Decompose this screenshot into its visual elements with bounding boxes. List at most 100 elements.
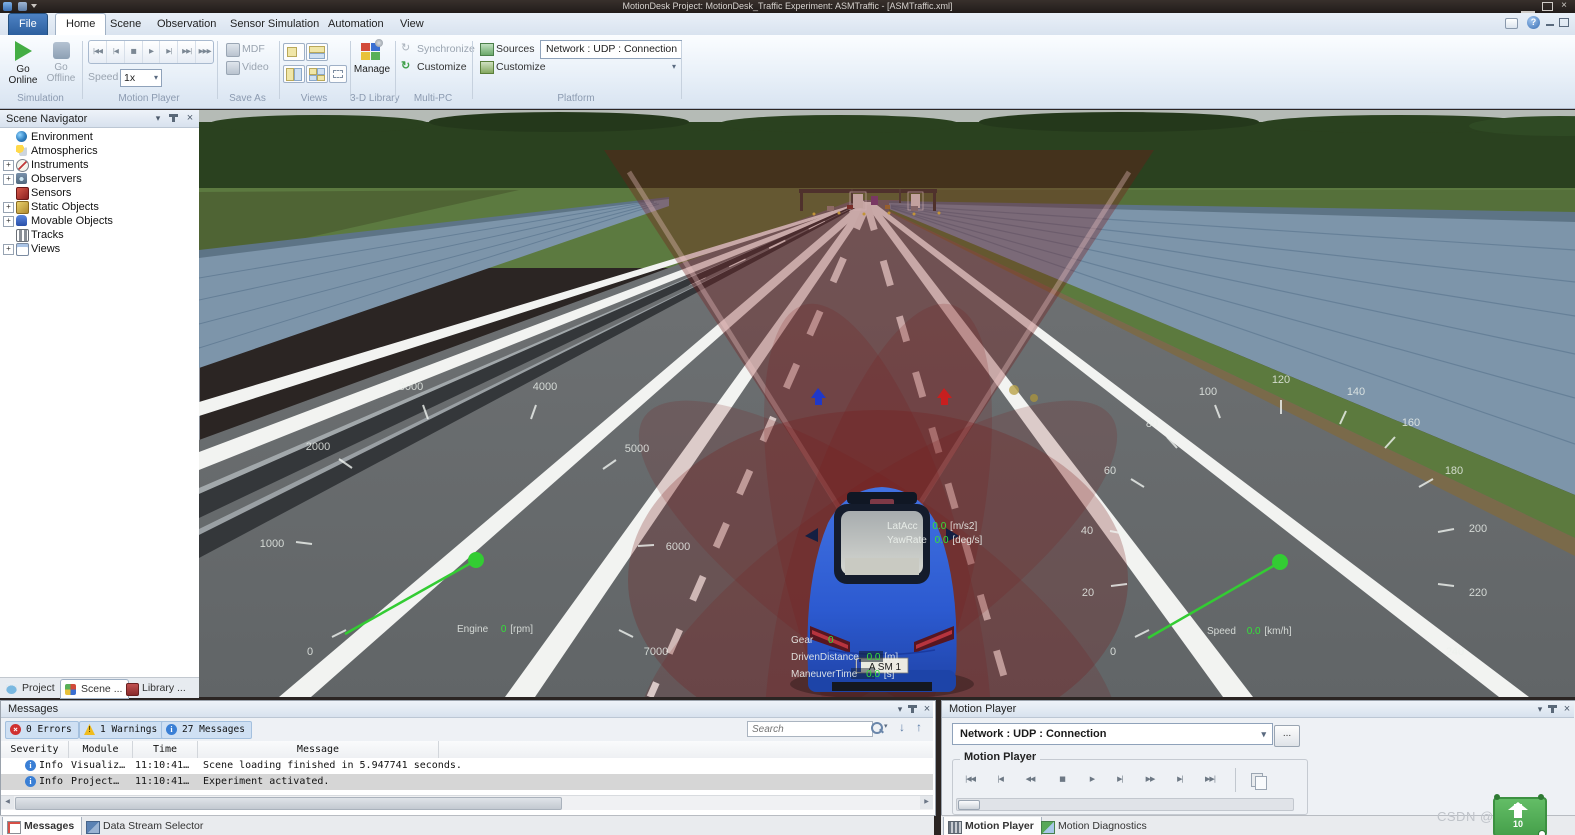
scroll-thumb[interactable] <box>15 797 562 810</box>
video-button[interactable]: Video <box>242 60 269 75</box>
fast-forward-button[interactable]: ▶▶| <box>178 41 196 63</box>
help-icon[interactable]: ? <box>1527 16 1540 29</box>
ribbon-options-icon[interactable] <box>1505 18 1518 29</box>
tab-scene[interactable]: Scene <box>100 14 151 35</box>
motion-player-close-icon[interactable]: × <box>1561 704 1573 716</box>
mdi-minimize-button[interactable] <box>1546 24 1554 26</box>
play-button[interactable]: ▶ <box>143 41 161 63</box>
expander-icon[interactable]: + <box>3 160 14 171</box>
message-row[interactable]: i Info Visualiz… 11:10:41… Scene loading… <box>1 758 933 774</box>
motion-player-menu-icon[interactable]: ▾ <box>1534 704 1546 716</box>
column-module[interactable]: Module <box>69 741 133 758</box>
column-message[interactable]: Message <box>198 741 439 758</box>
view-layout-1-button[interactable] <box>283 43 305 61</box>
platform-customize-button[interactable]: Customize <box>496 60 546 75</box>
skip-first-button[interactable]: |◀◀ <box>957 770 983 790</box>
tab-automation[interactable]: Automation <box>318 14 394 35</box>
step-back-button[interactable]: |◀ <box>107 41 125 63</box>
rewind-button[interactable]: ◀◀ <box>1017 770 1043 790</box>
stop-button[interactable]: ■ <box>125 41 143 63</box>
sources-button[interactable]: Sources <box>496 42 535 57</box>
search-input[interactable] <box>747 721 873 737</box>
tab-home[interactable]: Home <box>55 13 106 35</box>
messages-header[interactable]: Messages ▾ × <box>1 701 933 718</box>
selected-sign-object[interactable]: 10 <box>1493 797 1547 835</box>
messages-close-icon[interactable]: × <box>921 704 933 716</box>
scroll-left-icon[interactable]: ◀ <box>1 796 14 809</box>
selection-handle[interactable] <box>1538 794 1544 800</box>
copy-button[interactable] <box>1247 770 1269 790</box>
3d-viewport[interactable]: 0 1000 2000 3000 4000 5000 6000 7000 Eng… <box>199 110 1575 697</box>
connection-select[interactable]: Network : UDP : Connection ▾ <box>952 723 1273 745</box>
restore-button[interactable] <box>1542 2 1553 11</box>
expander-icon[interactable]: + <box>3 244 14 255</box>
selection-handle[interactable] <box>1538 830 1546 835</box>
tree-item-sensors[interactable]: Sensors <box>0 186 199 200</box>
messages-pin-icon[interactable] <box>911 705 914 713</box>
message-row-selected[interactable]: i Info Project… 11:10:41… Experiment act… <box>1 774 933 790</box>
messages-filter-button[interactable]: i 27 Messages <box>161 721 252 739</box>
fast-forward-button[interactable]: ▶▶ <box>1137 770 1163 790</box>
tab-scene-navigator[interactable]: Scene ... <box>60 679 129 699</box>
expander-icon[interactable]: + <box>3 202 14 213</box>
tab-sensor-simulation[interactable]: Sensor Simulation <box>220 14 329 35</box>
messages-menu-icon[interactable]: ▾ <box>894 704 906 716</box>
statusbar-tab-motion-player[interactable]: Motion Player <box>943 817 1042 835</box>
view-layout-2-button[interactable] <box>306 43 328 61</box>
motion-player-header[interactable]: Motion Player ▾ × <box>942 701 1574 718</box>
statusbar-tab-data-stream-selector[interactable]: Data Stream Selector <box>82 817 210 835</box>
tab-project[interactable]: Project <box>2 679 61 697</box>
statusbar-tab-messages[interactable]: Messages <box>2 817 82 835</box>
view-layout-4-button[interactable] <box>306 65 328 83</box>
manage-button[interactable]: Manage <box>352 38 392 92</box>
go-offline-button[interactable]: Go Offline <box>42 38 80 92</box>
player-slider-thumb[interactable] <box>958 800 980 810</box>
tree-item-views[interactable]: + Views <box>0 242 199 256</box>
tree-item-tracks[interactable]: Tracks <box>0 228 199 242</box>
column-time[interactable]: Time <box>133 741 198 758</box>
scene-navigator-pin-icon[interactable] <box>172 114 175 122</box>
tab-library[interactable]: Library ... <box>122 679 192 697</box>
step-back-button[interactable]: |◀ <box>987 770 1013 790</box>
player-slider[interactable] <box>956 798 1294 811</box>
tree-item-movable-objects[interactable]: + Movable Objects <box>0 214 199 228</box>
stop-button[interactable]: ■ <box>1049 770 1075 790</box>
scroll-right-icon[interactable]: ▶ <box>920 796 933 809</box>
scene-navigator-close-icon[interactable]: × <box>184 113 196 125</box>
tree-item-atmospherics[interactable]: Atmospherics <box>0 144 199 158</box>
tree-item-instruments[interactable]: + Instruments <box>0 158 199 172</box>
tree-item-static-objects[interactable]: + Static Objects <box>0 200 199 214</box>
minimize-button[interactable] <box>1521 2 1535 13</box>
messages-hscrollbar[interactable]: ◀ ▶ <box>1 795 933 810</box>
connection-browse-button[interactable]: ... <box>1274 725 1300 747</box>
scene-navigator-menu-icon[interactable]: ▾ <box>152 113 164 125</box>
search-options-button[interactable]: ▾ <box>870 721 891 736</box>
skip-last-button[interactable]: ▶▶| <box>1197 770 1223 790</box>
step-forward-button[interactable]: ▶| <box>160 41 178 63</box>
close-button[interactable]: × <box>1558 0 1570 12</box>
view-layout-3-button[interactable] <box>283 65 305 83</box>
speed-select[interactable]: 1x ▾ <box>120 69 162 87</box>
go-online-button[interactable]: Go Online <box>4 38 42 92</box>
next-button[interactable]: ▶| <box>1167 770 1193 790</box>
warnings-filter-button[interactable]: ! 1 Warnings <box>79 721 164 739</box>
find-next-button[interactable]: ↓ <box>895 719 909 736</box>
column-severity[interactable]: Severity <box>1 741 69 758</box>
mdi-restore-button[interactable] <box>1559 18 1569 27</box>
find-previous-button[interactable]: ↑ <box>912 719 926 736</box>
platform-connection-select[interactable]: Network : UDP : Connection ▾ <box>540 40 682 59</box>
tree-item-environment[interactable]: Environment <box>0 130 199 144</box>
selection-handle[interactable] <box>1494 794 1500 800</box>
motion-player-pin-icon[interactable] <box>1551 705 1554 713</box>
expander-icon[interactable]: + <box>3 216 14 227</box>
view-frame-button[interactable] <box>329 65 347 83</box>
tab-view[interactable]: View <box>390 14 434 35</box>
expander-icon[interactable]: + <box>3 174 14 185</box>
synchronize-button[interactable]: Synchronize <box>417 42 475 57</box>
skip-last-button[interactable]: ▶▶▶ <box>196 41 213 63</box>
tree-item-observers[interactable]: + Observers <box>0 172 199 186</box>
step-forward-button[interactable]: ▶| <box>1107 770 1133 790</box>
tab-file[interactable]: File <box>8 13 48 36</box>
statusbar-tab-motion-diagnostics[interactable]: Motion Diagnostics <box>1037 817 1154 835</box>
scene-navigator-header[interactable]: Scene Navigator ▾ × <box>0 110 199 128</box>
